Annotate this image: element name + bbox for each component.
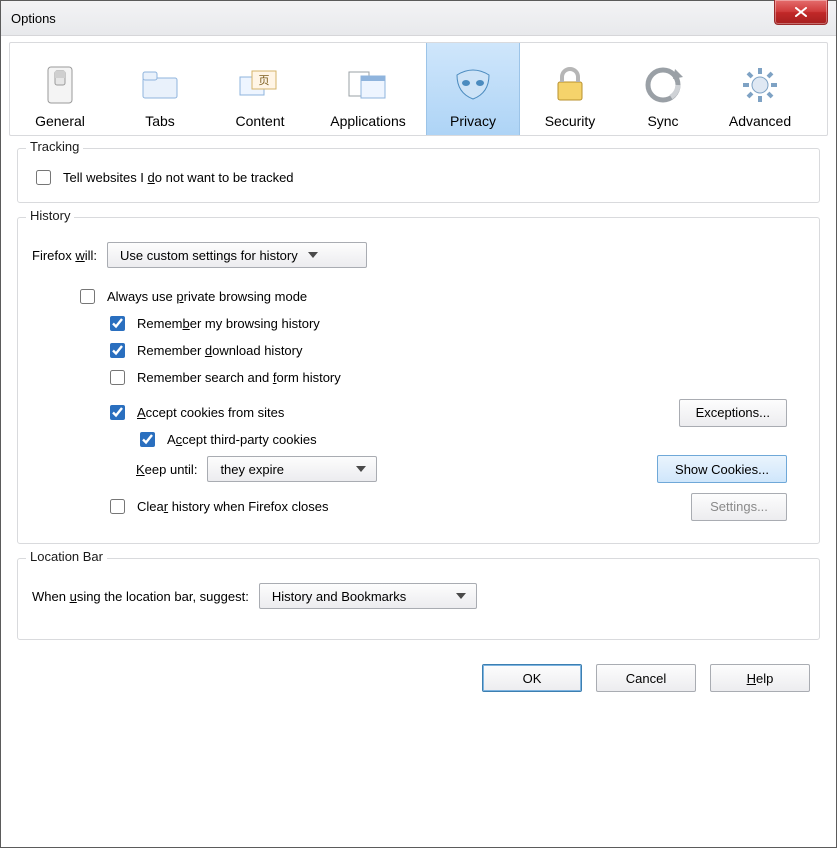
lock-icon [548,63,592,107]
tab-privacy[interactable]: Privacy [426,43,520,135]
chevron-down-icon [308,252,318,258]
ok-button[interactable]: OK [482,664,582,692]
private-mode-label: Always use private browsing mode [107,289,307,304]
remember-form-checkbox[interactable] [110,370,125,385]
tab-security-label: Security [545,113,596,129]
clear-on-close-checkbox[interactable] [110,499,125,514]
dnt-checkbox[interactable] [36,170,51,185]
tracking-group: Tracking Tell websites I do not want to … [17,148,820,203]
dialog-footer: OK Cancel Help [9,654,828,700]
applications-icon [346,63,390,107]
keep-until-select[interactable]: they expire [207,456,377,482]
help-button[interactable]: Help [710,664,810,692]
locationbar-label: When using the location bar, suggest: [32,589,249,604]
history-mode-row: Firefox will: Use custom settings for hi… [32,242,805,268]
clear-settings-button[interactable]: Settings... [691,493,787,521]
locationbar-group: Location Bar When using the location bar… [17,558,820,640]
tab-security[interactable]: Security [520,43,620,135]
remember-download-checkbox[interactable] [110,343,125,358]
accept-cookies-checkbox[interactable] [110,405,125,420]
clear-on-close-label: Clear history when Firefox closes [137,499,329,514]
tracking-legend: Tracking [26,139,83,154]
tab-privacy-label: Privacy [450,113,496,129]
chevron-down-icon [356,466,366,472]
history-group: History Firefox will: Use custom setting… [17,217,820,544]
remember-browsing-row[interactable]: Remember my browsing history [106,313,320,334]
tab-content[interactable]: 页 Content [210,43,310,135]
remember-browsing-label: Remember my browsing history [137,316,320,331]
category-toolbar: General Tabs 页 Content Applications Priv… [9,42,828,136]
tab-content-label: Content [235,113,284,129]
private-mode-checkbox[interactable] [80,289,95,304]
tab-applications[interactable]: Applications [310,43,426,135]
tab-tabs[interactable]: Tabs [110,43,210,135]
options-window: Options General Tabs 页 Content Applicati… [0,0,837,848]
accept-third-row[interactable]: Accept third-party cookies [136,429,317,450]
history-mode-select[interactable]: Use custom settings for history [107,242,367,268]
folder-icon [138,63,182,107]
svg-text:页: 页 [259,75,270,87]
tab-applications-label: Applications [330,113,406,129]
window-title: Options [11,11,56,26]
locationbar-value: History and Bookmarks [272,589,406,604]
firefox-will-label: Firefox will: [32,248,97,263]
gear-icon [738,63,782,107]
history-legend: History [26,208,74,223]
accept-cookies-row[interactable]: Accept cookies from sites [106,402,284,423]
mask-icon [451,63,495,107]
content-icon: 页 [238,63,282,107]
history-mode-value: Use custom settings for history [120,248,298,263]
accept-third-label: Accept third-party cookies [167,432,317,447]
dnt-checkbox-row[interactable]: Tell websites I do not want to be tracke… [32,167,805,188]
switch-icon [38,63,82,107]
keep-until-label: Keep until: [136,462,197,477]
tab-sync-label: Sync [647,113,678,129]
close-icon [794,7,808,17]
cancel-button[interactable]: Cancel [596,664,696,692]
remember-form-label: Remember search and form history [137,370,341,385]
remember-download-row[interactable]: Remember download history [106,340,302,361]
private-mode-checkbox-row[interactable]: Always use private browsing mode [76,286,307,307]
locationbar-select[interactable]: History and Bookmarks [259,583,477,609]
keep-until-value: they expire [220,462,284,477]
exceptions-button[interactable]: Exceptions... [679,399,787,427]
remember-browsing-checkbox[interactable] [110,316,125,331]
titlebar: Options [1,1,836,36]
dnt-label: Tell websites I do not want to be tracke… [63,170,294,185]
tab-general[interactable]: General [10,43,110,135]
private-mode-row: Always use private browsing mode [76,286,805,307]
tab-advanced[interactable]: Advanced [706,43,814,135]
accept-cookies-label: Accept cookies from sites [137,405,284,420]
sync-icon [641,63,685,107]
tab-general-label: General [35,113,85,129]
remember-form-row[interactable]: Remember search and form history [106,367,341,388]
tab-tabs-label: Tabs [145,113,175,129]
accept-third-checkbox[interactable] [140,432,155,447]
chevron-down-icon [456,593,466,599]
clear-on-close-row[interactable]: Clear history when Firefox closes [106,496,329,517]
remember-download-label: Remember download history [137,343,302,358]
show-cookies-button[interactable]: Show Cookies... [657,455,787,483]
tab-sync[interactable]: Sync [620,43,706,135]
tab-advanced-label: Advanced [729,113,791,129]
locationbar-legend: Location Bar [26,549,107,564]
close-button[interactable] [774,0,828,25]
